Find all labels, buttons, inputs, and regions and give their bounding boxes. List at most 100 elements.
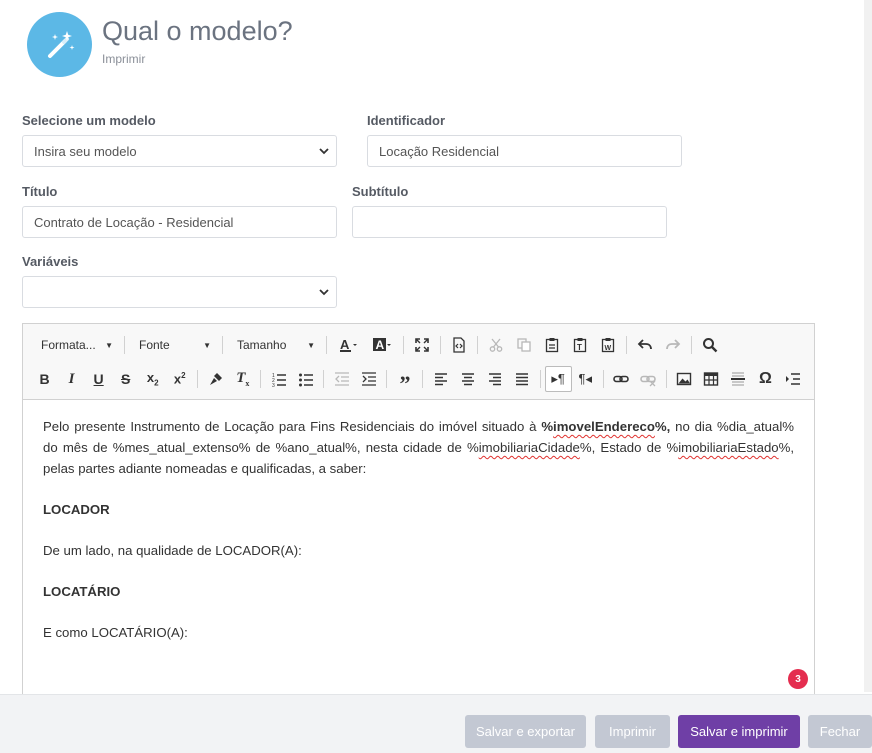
strikethrough-icon: S (120, 371, 131, 387)
search-icon (703, 338, 718, 353)
redo-button[interactable] (659, 332, 687, 358)
editor-content[interactable]: Pelo presente Instrumento de Locação par… (23, 400, 814, 643)
rtl-icon: ¶◂ (578, 371, 592, 386)
variable-prefix: % (541, 419, 554, 434)
variables-select[interactable] (22, 276, 337, 308)
save-export-button[interactable]: Salvar e exportar (465, 715, 586, 748)
toolbar-separator (124, 336, 125, 354)
toolbar-separator (323, 370, 325, 388)
paste-text-icon: T (573, 338, 587, 353)
horizontal-line-button[interactable] (725, 366, 752, 392)
page-header: Qual o modelo? Imprimir (27, 12, 293, 77)
source-button[interactable] (445, 332, 473, 358)
variable-imobiliaria-cidade: imobiliariaCidade (478, 440, 580, 455)
locatario-text: E como LOCATÁRIO(A): (43, 625, 188, 640)
text-color-icon: A (340, 337, 357, 352)
outdent-button[interactable] (328, 366, 355, 392)
format-dropdown[interactable]: Formata... ▼ (31, 333, 117, 357)
undo-button[interactable] (631, 332, 659, 358)
print-button[interactable]: Imprimir (595, 715, 670, 748)
text-direction-ltr-button[interactable]: ▸¶ (544, 366, 572, 392)
italic-button[interactable]: I (58, 366, 85, 392)
link-button[interactable] (608, 366, 635, 392)
paste-word-button[interactable]: W (594, 332, 622, 358)
copy-button[interactable] (510, 332, 538, 358)
align-right-button[interactable] (482, 366, 509, 392)
numbered-list-icon: 123 (272, 373, 286, 387)
model-select[interactable]: Insira seu modelo (22, 135, 337, 167)
identifier-field: Identificador Locação Residencial (367, 113, 682, 167)
paste-text-button[interactable]: T (566, 332, 594, 358)
model-select-value: Insira seu modelo (34, 143, 137, 159)
align-justify-icon (516, 373, 529, 386)
toolbar-separator (386, 370, 388, 388)
toolbar-separator (197, 370, 199, 388)
underline-button[interactable]: U (85, 366, 112, 392)
superscript-button[interactable]: x2 (166, 366, 193, 392)
editor-toolbar: Formata... ▼ Fonte ▼ Tamanho ▼ A A T W B… (23, 324, 814, 400)
remove-format-button[interactable]: Tx (229, 366, 256, 392)
cut-button[interactable] (482, 332, 510, 358)
intro-paragraph: Pelo presente Instrumento de Locação par… (43, 416, 794, 479)
close-button[interactable]: Fechar (808, 715, 872, 748)
identifier-input[interactable]: Locação Residencial (367, 135, 682, 167)
variables-field: Variáveis (22, 254, 337, 308)
align-left-button[interactable] (427, 366, 454, 392)
underline-icon: U (93, 371, 104, 387)
blockquote-button[interactable]: ” (391, 366, 418, 395)
variables-label: Variáveis (22, 254, 79, 269)
cut-icon (489, 338, 503, 352)
bulleted-list-button[interactable] (292, 366, 319, 392)
maximize-button[interactable] (408, 332, 436, 358)
align-center-button[interactable] (455, 366, 482, 392)
remove-format-icon: Tx (236, 370, 250, 388)
source-icon (453, 337, 465, 353)
title-label: Título (22, 184, 58, 199)
table-button[interactable] (698, 366, 725, 392)
title-input[interactable]: Contrato de Locação - Residencial (22, 206, 337, 238)
toolbar-separator (602, 370, 604, 388)
title-field: Título Contrato de Locação - Residencial (22, 184, 337, 238)
indent-button[interactable] (355, 366, 382, 392)
image-icon (677, 372, 692, 386)
align-center-icon (462, 373, 475, 386)
paintbrush-icon (209, 373, 222, 385)
model-field: Selecione um modelo Insira seu modelo (22, 113, 337, 167)
special-char-button[interactable]: Ω (752, 366, 779, 392)
toolbar-separator (222, 336, 223, 354)
footer-bar: Salvar e exportar Imprimir Salvar e impr… (0, 694, 872, 753)
svg-text:3: 3 (272, 383, 275, 387)
align-justify-button[interactable] (509, 366, 536, 392)
paste-button[interactable] (538, 332, 566, 358)
notification-badge[interactable]: 3 (788, 669, 808, 689)
variable-imobiliaria-estado: imobiliariaEstado (678, 440, 779, 455)
numbered-list-button[interactable]: 123 (265, 366, 292, 392)
text-direction-rtl-button[interactable]: ¶◂ (572, 366, 599, 392)
page-break-button[interactable] (779, 366, 806, 392)
page-scrollbar[interactable] (864, 0, 872, 692)
strikethrough-button[interactable]: S (112, 366, 139, 392)
outdent-icon (334, 372, 349, 386)
variable-suffix: %, (654, 419, 671, 434)
save-print-button[interactable]: Salvar e imprimir (678, 715, 800, 748)
text-color-button[interactable]: A (331, 332, 365, 358)
align-right-icon (489, 373, 502, 386)
size-dropdown[interactable]: Tamanho ▼ (227, 333, 319, 357)
chevron-down-icon (319, 289, 329, 296)
subscript-icon: x2 (146, 370, 159, 388)
link-icon (613, 375, 630, 383)
indent-icon (361, 372, 376, 386)
image-button[interactable] (671, 366, 698, 392)
subscript-button[interactable]: x2 (139, 366, 166, 392)
bold-button[interactable]: B (31, 366, 58, 392)
locador-heading: LOCADOR (43, 502, 110, 517)
unlink-button[interactable] (635, 366, 662, 392)
toolbar-separator (691, 336, 692, 354)
subtitle-input[interactable] (352, 206, 667, 238)
table-icon (704, 372, 719, 386)
copy-format-button[interactable] (202, 366, 229, 392)
font-dropdown[interactable]: Fonte ▼ (129, 333, 215, 357)
find-button[interactable] (696, 332, 724, 358)
background-color-button[interactable]: A (365, 332, 399, 358)
copy-icon (517, 338, 531, 352)
